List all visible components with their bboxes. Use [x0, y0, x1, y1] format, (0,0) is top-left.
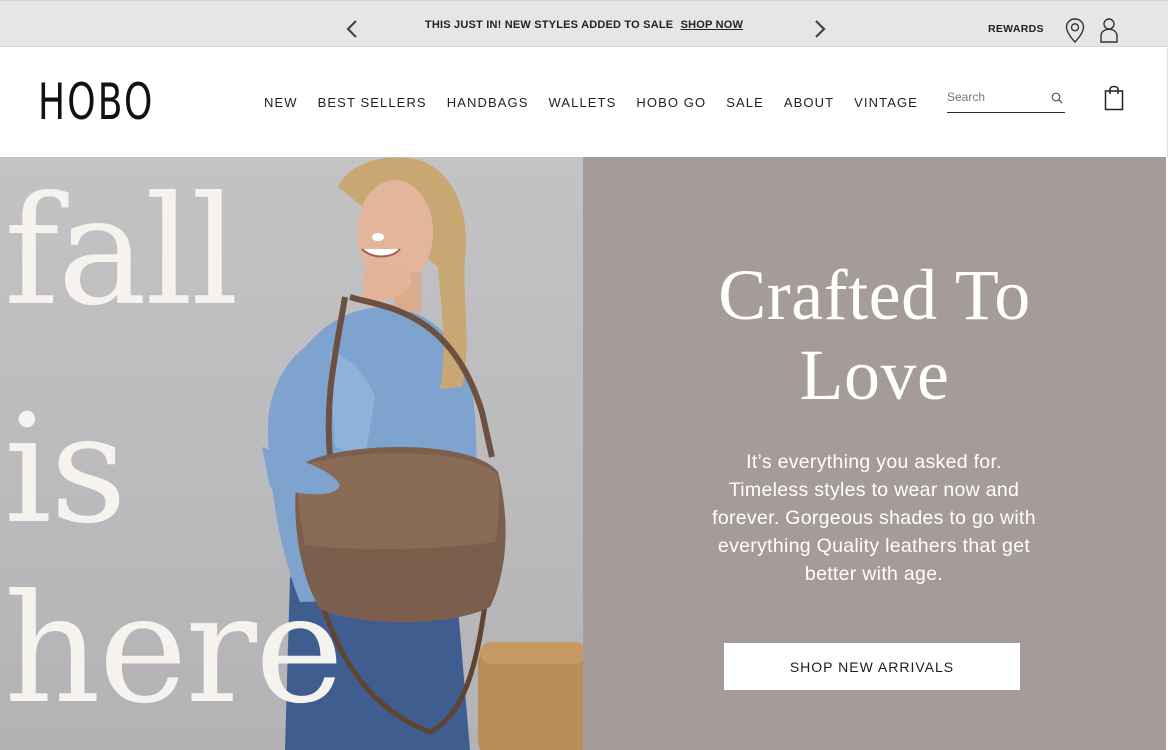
site-header: HOBO NEW BEST SELLERS HANDBAGS WALLETS H…	[0, 47, 1168, 157]
hobo-logo[interactable]: HOBO	[38, 75, 154, 129]
hero-image[interactable]: fall is here	[0, 157, 583, 750]
hero-text-panel: Crafted To Love It’s everything you aske…	[583, 157, 1166, 750]
nav-item-wallets[interactable]: WALLETS	[548, 95, 616, 110]
nav-item-hobo-go[interactable]: HOBO GO	[636, 95, 706, 110]
hero-overlay-word: here	[4, 563, 344, 737]
shop-now-link[interactable]: SHOP NOW	[681, 19, 744, 31]
nav-item-new[interactable]: NEW	[264, 95, 298, 110]
next-announcement-button[interactable]	[809, 16, 831, 42]
rewards-link[interactable]: REWARDS	[988, 23, 1044, 35]
main-nav: NEW BEST SELLERS HANDBAGS WALLETS HOBO G…	[264, 95, 938, 110]
search-icon[interactable]	[1051, 92, 1063, 104]
shop-new-arrivals-button[interactable]: SHOP NEW ARRIVALS	[724, 643, 1020, 690]
hero-overlay-word: fall	[4, 165, 239, 339]
nav-item-sale[interactable]: SALE	[726, 95, 764, 110]
nav-item-vintage[interactable]: VINTAGE	[854, 95, 918, 110]
search-box	[947, 85, 1065, 113]
announcement-bar: THIS JUST IN! NEW STYLES ADDED TO SALE S…	[0, 0, 1168, 47]
nav-item-about[interactable]: ABOUT	[784, 95, 834, 110]
shopping-bag-icon[interactable]	[1104, 85, 1124, 111]
account-icon[interactable]	[1098, 17, 1120, 44]
hero-heading-line2: Love	[799, 335, 950, 415]
hero-heading: Crafted To Love	[583, 255, 1166, 415]
nav-item-best-sellers[interactable]: BEST SELLERS	[318, 95, 427, 110]
hero-heading-line1: Crafted To	[718, 255, 1031, 335]
announcement-message: THIS JUST IN! NEW STYLES ADDED TO SALE	[424, 19, 674, 31]
map-pin-icon[interactable]	[1064, 17, 1086, 44]
nav-item-handbags[interactable]: HANDBAGS	[447, 95, 529, 110]
hero-banner: fall is here Crafted To Love It’s everyt…	[0, 157, 1168, 750]
hero-description: It’s everything you asked for. Timeless …	[712, 451, 1036, 585]
search-input[interactable]	[947, 87, 1043, 107]
hero-overlay-word: is	[4, 383, 127, 557]
chevron-right-icon	[815, 20, 826, 38]
